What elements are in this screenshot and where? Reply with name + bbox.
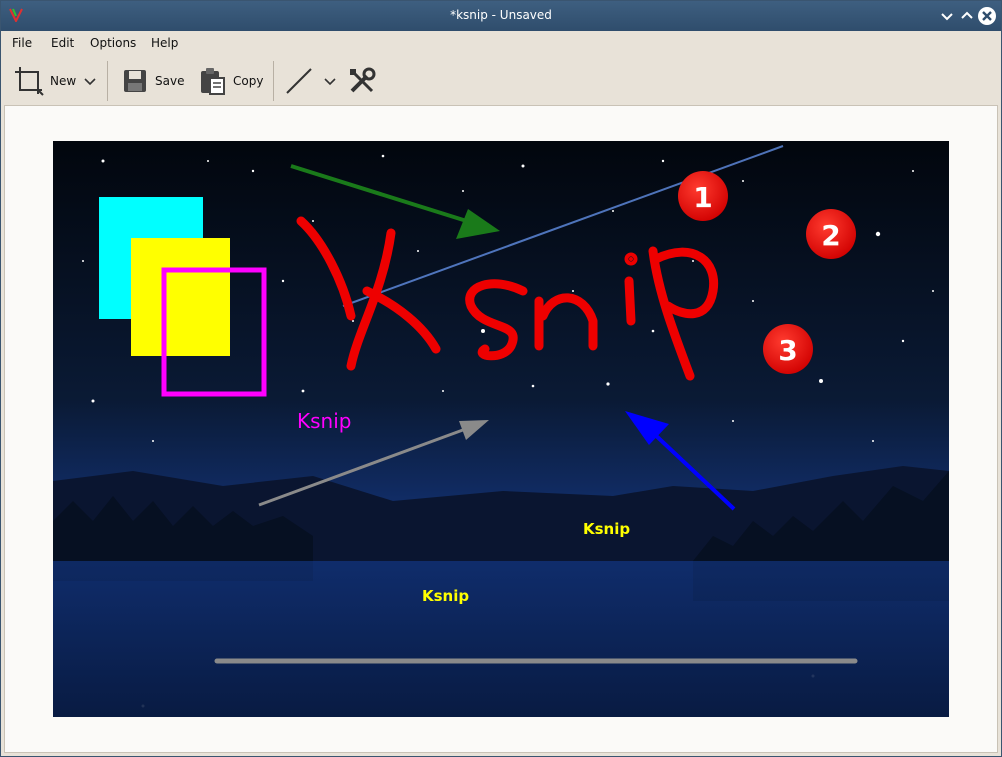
maximize-button[interactable] <box>958 7 976 25</box>
ksnip-window: *ksnip - Unsaved File Edit Options Help … <box>0 0 1002 757</box>
menu-options[interactable]: Options <box>90 36 136 50</box>
toolbar-separator <box>273 61 274 101</box>
line-tool-icon <box>286 68 312 94</box>
save-icon <box>124 70 146 92</box>
settings-button[interactable] <box>347 63 377 99</box>
toolbar: New Save Copy <box>1 57 1001 103</box>
svg-text:3: 3 <box>778 334 797 367</box>
number-badge-1: 1 <box>678 171 728 221</box>
magenta-ksnip-text: Ksnip <box>297 409 351 433</box>
minimize-button[interactable] <box>938 7 956 25</box>
annotated-screenshot: 1 2 3 Ksnip Ksnip Ksnip <box>53 141 949 717</box>
lake <box>53 561 949 717</box>
yellow-rectangle <box>131 238 230 356</box>
yellow-ksnip-text-2: Ksnip <box>422 587 469 605</box>
line-tool-button[interactable] <box>284 63 314 99</box>
window-title: *ksnip - Unsaved <box>450 8 552 22</box>
chevron-down-icon <box>941 13 953 21</box>
chevron-down-icon <box>324 78 336 86</box>
yellow-ksnip-text-1: Ksnip <box>583 520 630 538</box>
toolbar-separator <box>107 61 108 101</box>
new-button[interactable]: New <box>12 63 76 99</box>
save-button[interactable]: Save <box>121 63 184 99</box>
chevron-up-icon <box>961 11 973 19</box>
number-badge-2: 2 <box>806 209 856 259</box>
menu-help[interactable]: Help <box>151 36 178 50</box>
number-badge-3: 3 <box>763 324 813 374</box>
tool-dropdown-button[interactable] <box>323 63 337 99</box>
copy-button[interactable]: Copy <box>198 63 263 99</box>
clipboard-icon <box>201 68 225 95</box>
menu-edit[interactable]: Edit <box>51 36 74 50</box>
menu-bar: File Edit Options Help <box>1 31 1001 55</box>
svg-text:2: 2 <box>821 219 840 252</box>
close-button[interactable] <box>978 7 996 25</box>
tools-icon <box>350 67 376 93</box>
new-label: New <box>50 74 77 88</box>
screenshot-image[interactable]: 1 2 3 Ksnip Ksnip Ksnip <box>53 141 949 717</box>
close-icon <box>982 11 992 21</box>
title-bar[interactable]: *ksnip - Unsaved <box>1 1 1001 31</box>
svg-text:1: 1 <box>693 181 712 214</box>
chevron-down-icon <box>84 78 96 86</box>
menu-file[interactable]: File <box>12 36 32 50</box>
copy-label: Copy <box>233 74 264 88</box>
new-dropdown-button[interactable] <box>83 63 97 99</box>
new-capture-icon <box>15 67 44 96</box>
save-label: Save <box>155 74 185 88</box>
